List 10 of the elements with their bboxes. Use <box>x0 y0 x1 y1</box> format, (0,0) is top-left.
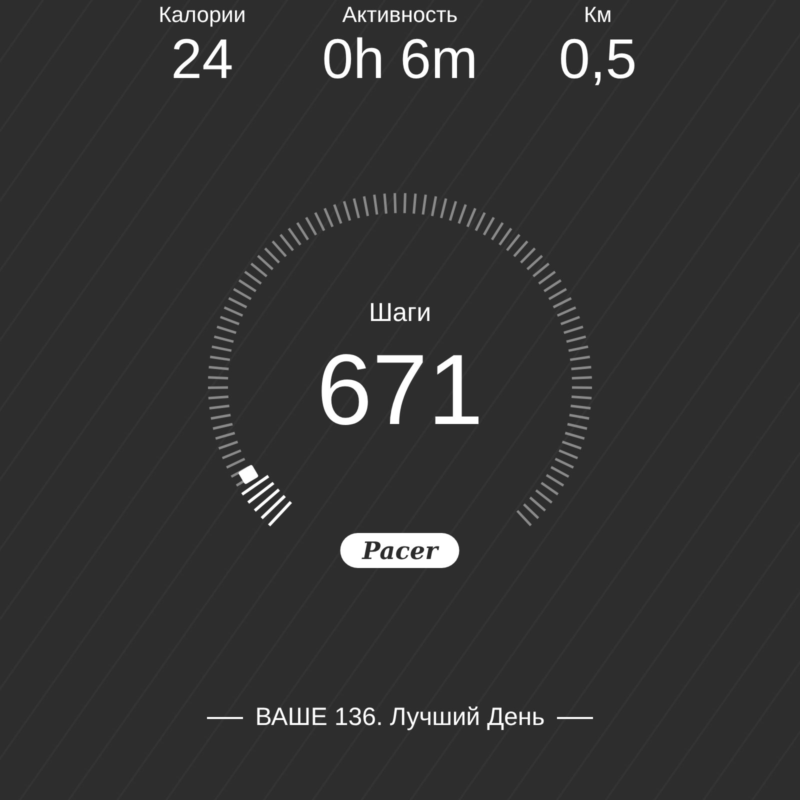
stat-value: 0,5 <box>558 28 637 90</box>
stat-label: Калории <box>158 2 246 28</box>
stat-label: Активность <box>342 2 458 28</box>
stat-label: Км <box>584 2 612 28</box>
steps-label: Шаги <box>368 297 432 328</box>
stat-value: 24 <box>171 28 234 90</box>
stat-value: 0h 6m <box>322 28 478 90</box>
steps-count: 671 <box>316 335 484 445</box>
best-day-text: ВАШЕ 136. Лучший День <box>255 703 545 732</box>
pacer-logo: Pacer <box>340 533 460 568</box>
